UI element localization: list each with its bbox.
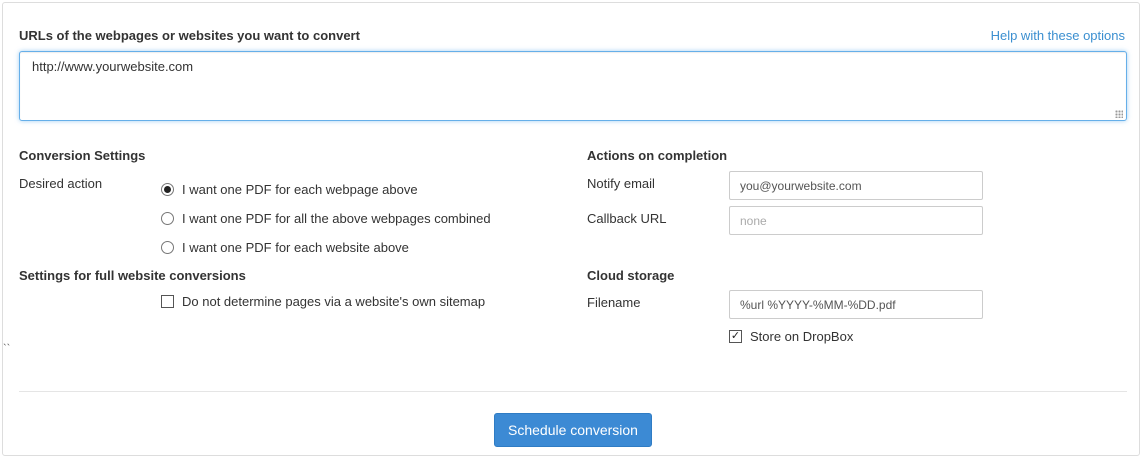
notify-email-label: Notify email: [587, 176, 655, 191]
radio-button-checked[interactable]: [161, 183, 174, 196]
radio-option-label: I want one PDF for all the above webpage…: [182, 211, 491, 226]
help-options-link[interactable]: Help with these options: [991, 28, 1125, 43]
radio-option-label: I want one PDF for each webpage above: [182, 182, 418, 197]
radio-option-label: I want one PDF for each website above: [182, 240, 409, 255]
cloud-storage-title: Cloud storage: [587, 268, 675, 283]
conversion-form-panel: URLs of the webpages or websites you wan…: [2, 2, 1140, 456]
dropbox-checkbox-row[interactable]: ✓ Store on DropBox: [729, 329, 853, 344]
filename-label: Filename: [587, 295, 641, 310]
actions-on-completion-title: Actions on completion: [587, 148, 728, 163]
sitemap-checkbox-label: Do not determine pages via a website's o…: [182, 294, 486, 309]
dropbox-checkbox-label: Store on DropBox: [750, 329, 854, 344]
schedule-conversion-button[interactable]: Schedule conversion: [494, 413, 652, 447]
notify-email-input[interactable]: [729, 171, 983, 200]
desired-action-label: Desired action: [19, 176, 103, 191]
filename-input[interactable]: [729, 290, 983, 319]
radio-option-each-website[interactable]: I want one PDF for each website above: [161, 240, 409, 255]
form-divider: [19, 391, 1127, 392]
sitemap-checkbox-row[interactable]: Do not determine pages via a website's o…: [161, 294, 485, 309]
radio-button[interactable]: [161, 212, 174, 225]
callback-url-input[interactable]: [729, 206, 983, 235]
radio-option-each-webpage[interactable]: I want one PDF for each webpage above: [161, 182, 418, 197]
dropbox-checkbox[interactable]: ✓: [729, 330, 742, 343]
resize-grip-icon[interactable]: [1115, 110, 1123, 118]
urls-textarea[interactable]: [19, 51, 1127, 121]
full-website-settings-title: Settings for full website conversions: [19, 268, 246, 283]
urls-label: URLs of the webpages or websites you wan…: [19, 28, 360, 43]
sitemap-checkbox[interactable]: [161, 295, 174, 308]
radio-option-combined[interactable]: I want one PDF for all the above webpage…: [161, 211, 491, 226]
stray-backtick-mark: ``: [3, 343, 11, 355]
conversion-settings-title: Conversion Settings: [19, 148, 146, 163]
radio-button[interactable]: [161, 241, 174, 254]
callback-url-label: Callback URL: [587, 211, 667, 226]
